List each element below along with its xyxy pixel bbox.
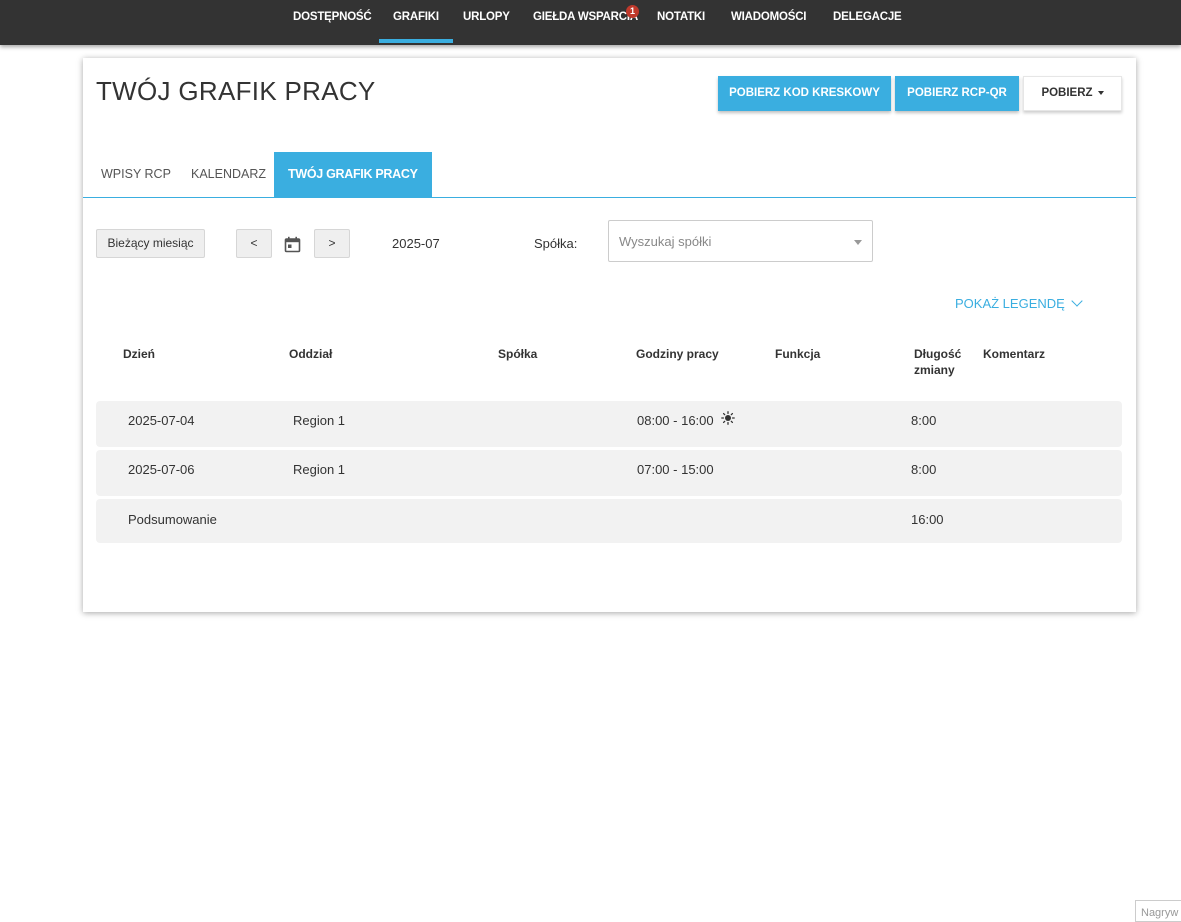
sun-icon (721, 411, 735, 425)
header-company: Spółka (498, 347, 538, 361)
header-shift-length-line1: Długość (914, 347, 962, 361)
cell-hours: 08:00 - 16:00 (637, 413, 714, 428)
cell-hours: 07:00 - 15:00 (637, 462, 714, 477)
download-barcode-button[interactable]: POBIERZ KOD KRESKOWY (718, 76, 891, 111)
nav-item-dostepnosc[interactable]: DOSTĘPNOŚĆ (293, 0, 372, 45)
cell-branch: Region 1 (293, 462, 346, 477)
chevron-down-icon (1071, 295, 1083, 307)
cell-day: 2025-07-04 (128, 413, 195, 428)
download-rcp-qr-button[interactable]: POBIERZ RCP-QR (895, 76, 1019, 111)
calendar-icon[interactable] (284, 236, 301, 253)
current-month-value: 2025-07 (392, 236, 440, 251)
header-shift-length-line2: zmiany (914, 363, 955, 377)
page-title: TWÓJ GRAFIK PRACY (96, 76, 376, 106)
nav-item-wiadomosci[interactable]: WIADOMOŚCI (731, 0, 807, 45)
show-legend-link[interactable]: POKAŻ LEGENDĘ (955, 295, 1083, 311)
next-month-button[interactable]: > (314, 229, 350, 258)
download-dropdown-label: POBIERZ (1041, 87, 1093, 99)
nav-item-urlopy[interactable]: URLOPY (463, 0, 510, 45)
tab-wpisy-rcp[interactable]: WPISY RCP (101, 152, 171, 197)
current-month-button[interactable]: Bieżący miesiąc (96, 229, 205, 258)
nav-item-delegacje[interactable]: DELEGACJE (833, 0, 902, 45)
header-shift-length: Długość zmiany (914, 346, 961, 378)
nav-item-notatki[interactable]: NOTATKI (657, 0, 705, 45)
summary-label: Podsumowanie (128, 512, 217, 527)
cell-shift-length: 8:00 (911, 462, 937, 477)
table-row: 2025-07-06 Region 1 07:00 - 15:00 8:00 (96, 450, 1122, 496)
header-hours: Godziny pracy (636, 347, 719, 361)
tab-kalendarz[interactable]: KALENDARZ (191, 152, 266, 197)
caret-down-icon (1097, 90, 1104, 95)
show-legend-label: POKAŻ LEGENDĘ (955, 296, 1065, 311)
nav-item-grafiki[interactable]: GRAFIKI (379, 0, 453, 45)
header-day: Dzień (123, 347, 156, 361)
cell-shift-length: 8:00 (911, 413, 937, 428)
summary-row: Podsumowanie 16:00 (96, 499, 1122, 543)
cell-day: 2025-07-06 (128, 462, 195, 477)
download-dropdown-button[interactable]: POBIERZ (1023, 76, 1122, 111)
corner-input[interactable]: Nagryw (1135, 900, 1181, 922)
summary-total: 16:00 (911, 512, 944, 527)
schedule-card: TWÓJ GRAFIK PRACY POBIERZ KOD KRESKOWY P… (83, 58, 1136, 612)
tab-twoj-grafik-pracy[interactable]: TWÓJ GRAFIK PRACY (274, 152, 432, 197)
header-branch: Oddział (289, 347, 333, 361)
nav-item-gielda-wsparcia[interactable]: GIEŁDA WSPARCIA (533, 0, 638, 45)
top-navbar: DOSTĘPNOŚĆ GRAFIKI URLOPY GIEŁDA WSPARCI… (0, 0, 1181, 45)
header-comment: Komentarz (983, 347, 1046, 361)
company-search-placeholder: Wyszukaj spółki (619, 234, 712, 249)
cell-branch: Region 1 (293, 413, 346, 428)
company-search-select[interactable]: Wyszukaj spółki (608, 220, 873, 262)
table-row: 2025-07-04 Region 1 08:00 - 16:00 8:00 (96, 401, 1122, 447)
dropdown-arrow-icon (854, 240, 862, 245)
header-function: Funkcja (775, 347, 821, 361)
notification-badge: 1 (626, 5, 639, 18)
prev-month-button[interactable]: < (236, 229, 272, 258)
company-label: Spółka: (534, 236, 578, 251)
tabs-divider (83, 197, 1136, 198)
